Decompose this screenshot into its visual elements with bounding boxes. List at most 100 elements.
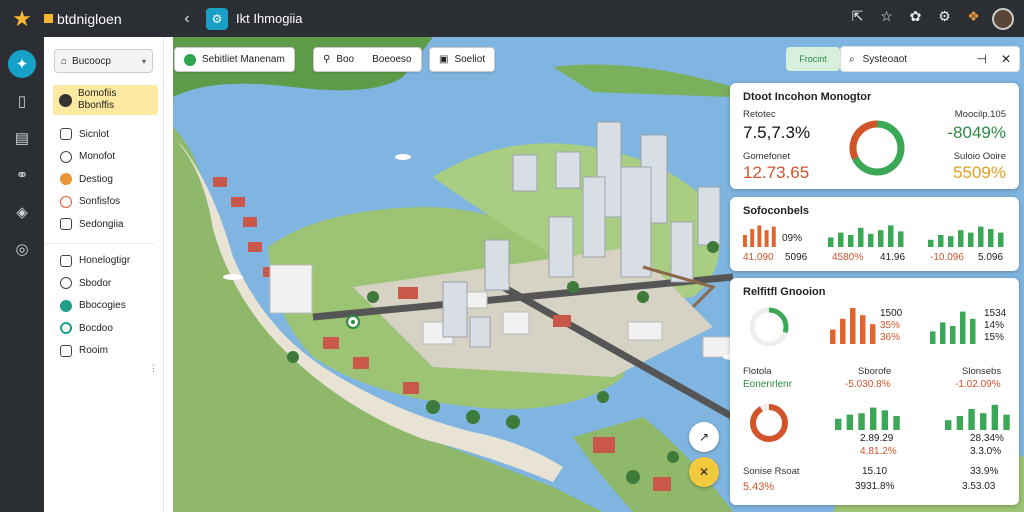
mini-bar-chart-orange [743, 225, 776, 247]
filter-value: Boo [336, 54, 355, 65]
bar [840, 318, 846, 344]
map-view[interactable]: Sebitliet Manenam ⚲ Boo Boeoeso ▣ Soeliot F… [173, 37, 1024, 512]
satellite-view-label: Sebitliet Manenam [202, 54, 285, 65]
document-icon[interactable]: ▯ [0, 82, 44, 119]
sidebar-item-9[interactable]: Bocdoo [44, 317, 163, 340]
brand-square-icon [44, 14, 53, 23]
check-icon [184, 53, 196, 66]
settings-icon[interactable]: ⚙ [930, 8, 959, 30]
region-label: Slonsebs [962, 366, 1002, 377]
more-dots-icon[interactable]: ⋮ [149, 363, 158, 374]
search-bar[interactable]: ⌕ Systeoaot ⊣ ✕ [840, 46, 1020, 72]
chevron-down-icon: ▾ [141, 56, 146, 66]
footer-label: Sonise Rsoat [743, 466, 800, 477]
region-value: 36% [880, 332, 901, 343]
chart-icon[interactable]: ▤ [0, 119, 44, 156]
sidebar-item-7[interactable]: Sbodor [44, 272, 163, 295]
sidebar-item-2[interactable]: Monofot [44, 146, 163, 169]
star-icon[interactable]: ☆ [872, 8, 901, 30]
bar [898, 231, 904, 247]
close-icon[interactable]: ✕ [1001, 52, 1011, 66]
stats-percent: 09% [782, 233, 803, 244]
stats-title: Sofoconbels [743, 205, 810, 217]
satellite-view-button[interactable]: Sebitliet Manenam [174, 47, 295, 72]
directions-button[interactable]: ↗ [689, 422, 719, 452]
region-value: 15% [984, 332, 1005, 343]
bar [978, 226, 984, 247]
bar-chart-green [835, 407, 900, 430]
locate-button[interactable]: ✕ [689, 457, 719, 487]
metric-label: Moocilp.105 [954, 109, 1006, 120]
bar [838, 232, 844, 247]
sidebar-item-1[interactable]: Sicnlot [44, 123, 163, 146]
sidebar-item-selected[interactable]: Bomofiis Bbonffis [53, 85, 158, 115]
region-value: 2.89.29 [860, 433, 894, 444]
sidebar-item-3[interactable]: Destiog [44, 168, 163, 191]
bar [988, 229, 994, 247]
status-pill[interactable]: Frocint [786, 47, 840, 71]
sidebar-item-10[interactable]: Rooim [44, 340, 163, 363]
sidebar-item-label: Bocdoo [79, 322, 113, 334]
selected-item-icon [59, 93, 72, 107]
filter-dropdown-button[interactable]: ⚲ Boo Boeoeso [313, 47, 422, 72]
grid-icon [60, 128, 72, 141]
donut-orange-fill [750, 404, 788, 442]
region-value: 1500 [880, 308, 903, 319]
app-logo-star-icon[interactable]: ★ [0, 0, 44, 37]
bar [928, 239, 934, 247]
pin-icon: ⚲ [323, 54, 331, 65]
bar [960, 311, 966, 344]
sidebar-item-4[interactable]: Sonfisfos [44, 191, 163, 214]
status-pill-label: Frocint [799, 54, 827, 64]
stats-value: -10.096 [930, 252, 964, 263]
stats-value: 41.96 [880, 252, 906, 263]
sidebar-item-8[interactable]: Bbocogies [44, 295, 163, 318]
metric-value: 7.5,7.3% [743, 123, 811, 142]
monitor-card: Dtoot Incohon Monogtor Retotec 7.5,7.3% … [730, 83, 1019, 189]
metric-value: -8049% [947, 123, 1006, 142]
monitor-title: Dtoot Incohon Monogtor [743, 91, 872, 103]
palette-icon[interactable]: ✿ [901, 8, 930, 30]
metric-value: 5509% [953, 163, 1006, 182]
region-card: Relfitfl Gnooion 1500 35% 36% 1534 14% 1… [730, 278, 1019, 505]
sidebar-item-label: Bbocogies [79, 300, 126, 312]
footer-value: 15.10 [862, 466, 888, 477]
bar [870, 407, 877, 430]
bar [850, 308, 856, 344]
compass-icon[interactable]: ✦ [0, 45, 44, 82]
top-actions: ⇱ ☆ ✿ ⚙ ❖ [843, 7, 1014, 30]
link-icon[interactable]: ⚭ [0, 156, 44, 193]
user-icon [60, 277, 72, 290]
top-bar: ★ btdnigloen ‹ ⚙ Ikt Ihmogiia ⇱ ☆ ✿ ⚙ ❖ [0, 0, 1024, 37]
bar [968, 409, 975, 430]
sidebar-item-5[interactable]: Sedongiia [44, 213, 163, 236]
back-chevron-icon[interactable]: ‹ [174, 10, 200, 28]
alert-icon [60, 195, 72, 208]
pin-toggle-icon[interactable]: ⊣ [976, 52, 986, 66]
select-button[interactable]: ▣ Soeliot [429, 47, 496, 72]
apps-icon[interactable]: ❖ [959, 8, 988, 30]
puzzle-icon[interactable]: ◈ [0, 193, 44, 230]
bell-icon [60, 150, 72, 163]
avatar[interactable] [992, 7, 1014, 30]
stats-card: Sofoconbels 09% 41.090 5096 4580% 41.96 … [730, 197, 1019, 271]
share-icon[interactable]: ⇱ [843, 8, 872, 30]
globe-icon[interactable]: ◎ [0, 230, 44, 267]
bar [858, 227, 864, 247]
bar [858, 413, 865, 430]
bar [878, 230, 884, 247]
sidebar-nav: Sicnlot Monofot Destiog Sonfisfos Sedong… [44, 123, 163, 362]
stats-value: 4580% [832, 252, 864, 263]
metric-value: 12.73.65 [743, 163, 810, 182]
workspace-dropdown[interactable]: ⌂ Bucoocp ▾ [54, 49, 153, 73]
region-label-green: Eonenrlenr [743, 379, 792, 390]
sidebar-item-6[interactable]: Honelogtigr [44, 250, 163, 273]
search-input[interactable]: Systeoaot [863, 54, 907, 65]
bar [991, 404, 999, 430]
bar-chart-green [930, 311, 976, 344]
dropdown-value: Bucoocp [72, 55, 111, 67]
bar [750, 229, 755, 247]
region-value: 4.81.2% [860, 446, 897, 457]
tag-icon [60, 173, 72, 186]
bar [771, 226, 776, 247]
